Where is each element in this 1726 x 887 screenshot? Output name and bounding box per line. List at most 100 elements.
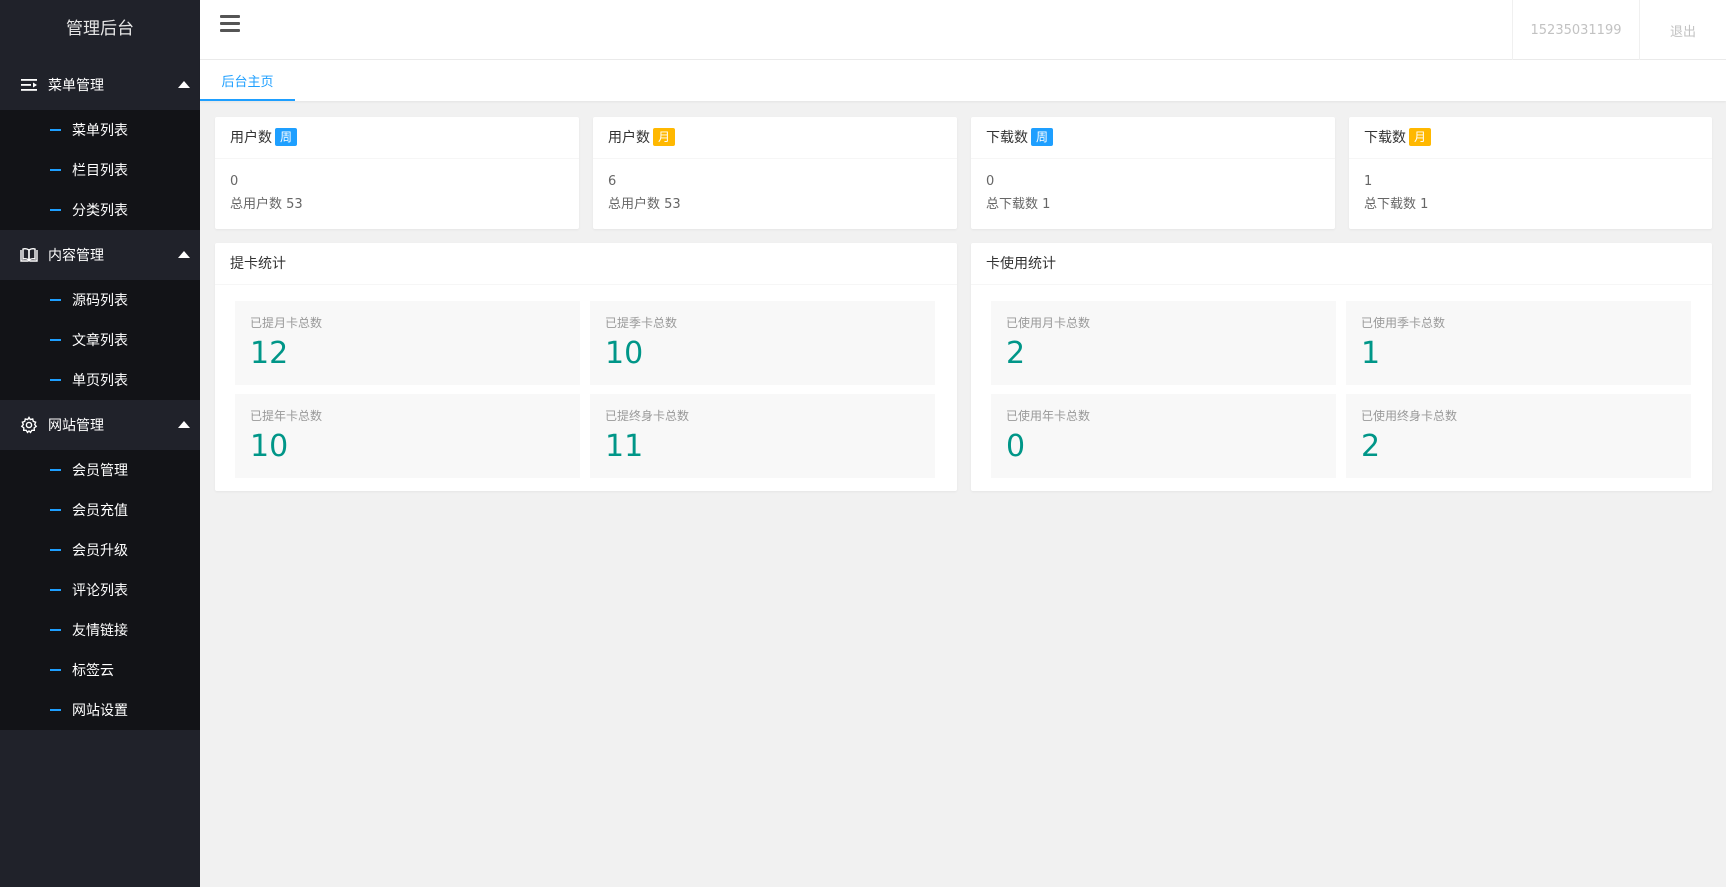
sidebar-item-friend-links[interactable]: 友情链接 xyxy=(0,610,200,650)
gear-icon xyxy=(20,416,38,434)
stat-card-downloads-month: 下载数月 1 总下载数 1 xyxy=(1349,117,1712,229)
stat-cell: 已提月卡总数 12 xyxy=(235,301,580,385)
stat-cell: 已使用季卡总数 1 xyxy=(1346,301,1691,385)
sidebar-group-label: 菜单管理 xyxy=(48,78,104,94)
sidebar-item-label: 会员管理 xyxy=(72,463,128,479)
dash-icon xyxy=(50,469,61,471)
sidebar-group-content-management[interactable]: 内容管理 xyxy=(0,230,200,280)
book-icon xyxy=(20,246,38,264)
stat-cell: 已使用月卡总数 2 xyxy=(991,301,1336,385)
stat-total: 总用户数 53 xyxy=(230,197,303,212)
cell-value: 12 xyxy=(250,336,289,371)
sidebar-item-label: 分类列表 xyxy=(72,203,128,219)
stat-total: 总用户数 53 xyxy=(608,197,681,212)
sidebar-item-label: 菜单列表 xyxy=(72,123,128,139)
dash-icon xyxy=(50,669,61,671)
card-title: 下载数 xyxy=(1364,130,1406,146)
submenu-list: 会员管理 会员充值 会员升级 评论列表 友情链接 标签云 网站设置 xyxy=(0,450,200,730)
dash-icon xyxy=(50,629,61,631)
caret-up-icon xyxy=(178,421,190,428)
caret-up-icon xyxy=(178,81,190,88)
sidebar-item-category-list[interactable]: 分类列表 xyxy=(0,190,200,230)
sidebar-item-member-upgrade[interactable]: 会员升级 xyxy=(0,530,200,570)
sidebar-item-member-management[interactable]: 会员管理 xyxy=(0,450,200,490)
card-header: 卡使用统计 xyxy=(971,243,1712,285)
app-logo[interactable]: 管理后台 xyxy=(0,0,200,60)
period-badge: 周 xyxy=(1031,128,1054,146)
stat-cell: 已使用年卡总数 0 xyxy=(991,394,1336,478)
stat-value: 6 xyxy=(608,174,617,189)
card-title: 用户数 xyxy=(230,130,272,146)
sidebar-item-article-list[interactable]: 文章列表 xyxy=(0,320,200,360)
cell-value: 2 xyxy=(1361,429,1381,464)
sidebar-group-label: 内容管理 xyxy=(48,248,104,264)
cell-label: 已使用终身卡总数 xyxy=(1361,409,1458,423)
cell-value: 2 xyxy=(1006,336,1026,371)
stat-card-users-week: 用户数周 0 总用户数 53 xyxy=(215,117,579,229)
stat-cell: 已提年卡总数 10 xyxy=(235,394,580,478)
period-badge: 周 xyxy=(275,128,298,146)
stat-value: 0 xyxy=(986,174,995,189)
dash-icon xyxy=(50,339,61,341)
tab-bar: 后台主页 xyxy=(200,60,1726,101)
card-header: 用户数月 xyxy=(593,117,957,159)
hamburger-menu-icon[interactable] xyxy=(220,15,240,35)
stat-value: 1 xyxy=(1364,174,1373,189)
menu-group-menu: 菜单管理 菜单列表 栏目列表 分类列表 xyxy=(0,60,200,230)
cell-label: 已使用月卡总数 xyxy=(1006,316,1091,330)
sidebar-group-menu-management[interactable]: 菜单管理 xyxy=(0,60,200,110)
card-header: 下载数月 xyxy=(1349,117,1712,159)
cell-value: 10 xyxy=(250,429,289,464)
sidebar-item-label: 评论列表 xyxy=(72,583,128,599)
sidebar-item-menu-list[interactable]: 菜单列表 xyxy=(0,110,200,150)
card-usage-stats: 卡使用统计 已使用月卡总数 2 已使用季卡总数 1 已使用年卡总数 0 已使用终… xyxy=(971,243,1712,491)
sidebar-item-comment-list[interactable]: 评论列表 xyxy=(0,570,200,610)
sidebar-item-source-list[interactable]: 源码列表 xyxy=(0,280,200,320)
cell-label: 已使用年卡总数 xyxy=(1006,409,1091,423)
menu-group-site: 网站管理 会员管理 会员充值 会员升级 评论列表 友情链接 标签云 网站设置 xyxy=(0,400,200,730)
sidebar-item-site-settings[interactable]: 网站设置 xyxy=(0,690,200,730)
sidebar-item-label: 源码列表 xyxy=(72,293,128,309)
sidebar-item-tag-cloud[interactable]: 标签云 xyxy=(0,650,200,690)
sidebar-item-label: 会员充值 xyxy=(72,503,128,519)
stat-cell: 已提季卡总数 10 xyxy=(590,301,935,385)
sidebar-item-label: 文章列表 xyxy=(72,333,128,349)
sidebar-item-label: 栏目列表 xyxy=(72,163,128,179)
dash-icon xyxy=(50,709,61,711)
sidebar-item-label: 友情链接 xyxy=(72,623,128,639)
card-header: 下载数周 xyxy=(971,117,1335,159)
sidebar-item-label: 标签云 xyxy=(72,663,114,679)
stat-card-downloads-week: 下载数周 0 总下载数 1 xyxy=(971,117,1335,229)
sidebar-item-label: 会员升级 xyxy=(72,543,128,559)
dash-icon xyxy=(50,549,61,551)
sidebar-item-page-list[interactable]: 单页列表 xyxy=(0,360,200,400)
stat-card-users-month: 用户数月 6 总用户数 53 xyxy=(593,117,957,229)
cell-label: 已使用季卡总数 xyxy=(1361,316,1446,330)
card-title: 用户数 xyxy=(608,130,650,146)
caret-up-icon xyxy=(178,251,190,258)
cell-label: 已提年卡总数 xyxy=(250,409,323,423)
sidebar-group-label: 网站管理 xyxy=(48,418,104,434)
menu-group-content: 内容管理 源码列表 文章列表 单页列表 xyxy=(0,230,200,400)
cell-label: 已提季卡总数 xyxy=(605,316,678,330)
submenu-list: 菜单列表 栏目列表 分类列表 xyxy=(0,110,200,230)
tab-home[interactable]: 后台主页 xyxy=(200,60,295,101)
sidebar-item-column-list[interactable]: 栏目列表 xyxy=(0,150,200,190)
sidebar-item-member-recharge[interactable]: 会员充值 xyxy=(0,490,200,530)
user-account[interactable]: 15235031199 xyxy=(1512,0,1639,60)
cell-label: 已提终身卡总数 xyxy=(605,409,690,423)
card-header: 提卡统计 xyxy=(215,243,957,285)
period-badge: 月 xyxy=(1409,128,1432,146)
cell-value: 0 xyxy=(1006,429,1026,464)
card-header: 用户数周 xyxy=(215,117,579,159)
dash-icon xyxy=(50,129,61,131)
top-header: 15235031199 退出 xyxy=(200,0,1726,60)
sidebar-group-site-management[interactable]: 网站管理 xyxy=(0,400,200,450)
dash-icon xyxy=(50,299,61,301)
main-content: 用户数周 0 总用户数 53 用户数月 6 总用户数 53 下载数周 0 总下载… xyxy=(200,101,1726,887)
cell-value: 1 xyxy=(1361,336,1381,371)
stat-total: 总下载数 1 xyxy=(986,197,1051,212)
dash-icon xyxy=(50,589,61,591)
logout-button[interactable]: 退出 xyxy=(1639,0,1726,60)
submenu-list: 源码列表 文章列表 单页列表 xyxy=(0,280,200,400)
